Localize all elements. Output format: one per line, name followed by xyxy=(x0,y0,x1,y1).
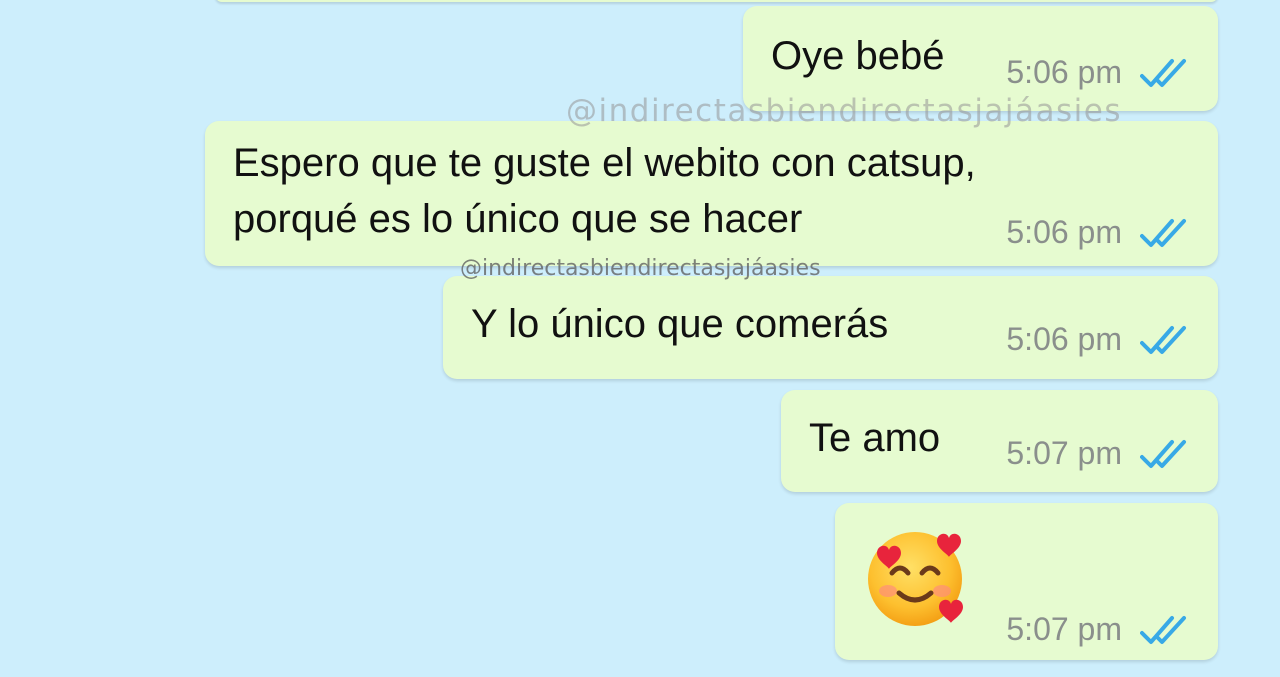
message-time: 5:06 pm xyxy=(1006,54,1122,90)
previous-message-bubble-edge[interactable] xyxy=(215,0,1218,2)
message-time: 5:07 pm xyxy=(1006,435,1122,471)
read-receipt-icon xyxy=(1140,614,1192,646)
message-text: Oye bebé xyxy=(771,34,945,78)
message-time: 5:07 pm xyxy=(1006,611,1122,647)
message-bubble[interactable]: Oye bebé 5:06 pm xyxy=(743,6,1218,111)
message-bubble[interactable]: Espero que te guste el webito con catsup… xyxy=(205,121,1218,266)
message-time: 5:06 pm xyxy=(1006,321,1122,357)
message-meta: 5:06 pm xyxy=(1006,214,1192,251)
read-receipt-icon xyxy=(1140,57,1192,89)
message-meta: 5:06 pm xyxy=(1006,54,1192,91)
message-time: 5:06 pm xyxy=(1006,214,1122,250)
message-bubble[interactable]: 5:07 pm xyxy=(835,503,1218,660)
smiling-face-with-hearts-icon xyxy=(863,527,971,636)
message-meta: 5:07 pm xyxy=(1006,435,1192,472)
message-meta: 5:07 pm xyxy=(1006,611,1192,648)
message-text: Y lo único que comerás xyxy=(471,302,889,346)
chat-screen: { "messages": [ {"text": "Oye bebé", "ti… xyxy=(0,0,1280,677)
message-text: Te amo xyxy=(809,416,941,460)
message-text-line-2: porqué es lo único que se hacer xyxy=(233,197,803,241)
message-meta: 5:06 pm xyxy=(1006,321,1192,358)
read-receipt-icon xyxy=(1140,438,1192,470)
message-text-line-1: Espero que te guste el webito con catsup… xyxy=(233,141,976,185)
message-bubble[interactable]: Y lo único que comerás 5:06 pm xyxy=(443,276,1218,379)
message-bubble[interactable]: Te amo 5:07 pm xyxy=(781,390,1218,492)
read-receipt-icon xyxy=(1140,324,1192,356)
read-receipt-icon xyxy=(1140,217,1192,249)
